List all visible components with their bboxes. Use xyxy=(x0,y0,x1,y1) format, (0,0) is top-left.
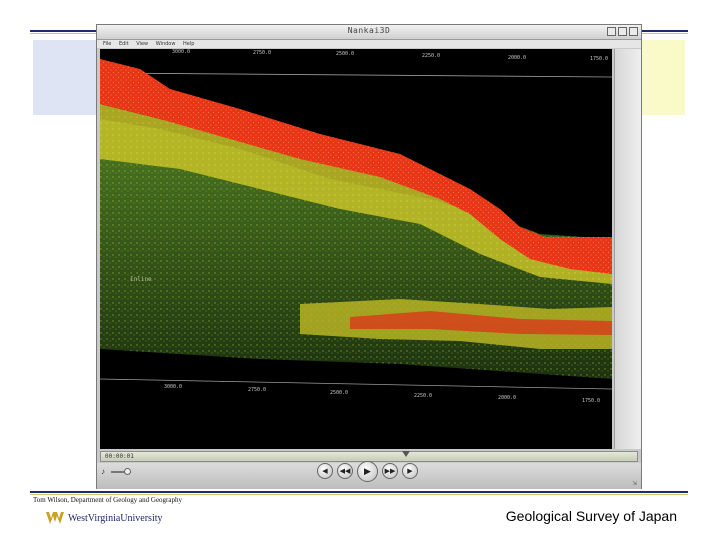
rewind-icon: ◀◀ xyxy=(339,468,351,475)
slide-band-right xyxy=(641,40,685,115)
wvu-logo: WestVirginiaUniversity xyxy=(46,509,163,527)
step-back-icon: ◀ xyxy=(322,468,328,475)
top-tick-label: 2000.0 xyxy=(508,55,527,61)
slide-rule-bottom-gold xyxy=(30,494,688,495)
speaker-icon[interactable]: ♪ xyxy=(101,467,105,476)
menu-bar: File Edit View Window Help xyxy=(97,40,641,48)
rewind-button[interactable]: ◀◀ xyxy=(337,463,353,479)
timecode: 00:00:01 xyxy=(105,453,134,460)
top-tick-label: 2250.0 xyxy=(422,53,441,59)
source-attribution: Geological Survey of Japan xyxy=(505,508,677,524)
vertical-scrollbar[interactable] xyxy=(614,49,641,449)
bottom-tick-label: 2750.0 xyxy=(248,387,267,393)
menu-window[interactable]: Window xyxy=(156,40,176,48)
top-tick-label: 1750.0 xyxy=(590,56,609,62)
slide-band-left xyxy=(33,40,97,115)
bottom-tick-label: 2250.0 xyxy=(414,393,433,399)
bottom-tick-label: 1750.0 xyxy=(582,398,601,404)
window-title: Nankai3D xyxy=(347,26,391,35)
menu-edit[interactable]: Edit xyxy=(119,40,129,48)
step-forward-button[interactable]: ▶ xyxy=(402,463,418,479)
fast-forward-icon: ▶▶ xyxy=(384,468,396,475)
seismic-viewport[interactable]: Inline 3000.0 2750.0 2500.0 2250.0 2000.… xyxy=(100,49,612,449)
playhead-marker[interactable] xyxy=(402,451,410,457)
flying-wv-icon xyxy=(46,512,64,524)
playback-controls: ♪ ◀ ◀◀ ▶ ▶▶ ▶ ⇲ xyxy=(97,461,641,489)
resize-grip-icon[interactable]: ⇲ xyxy=(632,480,639,487)
menu-view[interactable]: View xyxy=(136,40,148,48)
maximize-button[interactable] xyxy=(618,27,627,36)
top-tick-label: 2750.0 xyxy=(253,50,272,56)
menu-help[interactable]: Help xyxy=(183,40,194,48)
fast-forward-button[interactable]: ▶▶ xyxy=(382,463,398,479)
top-tick-label: 3000.0 xyxy=(172,49,191,55)
volume-knob[interactable] xyxy=(124,468,131,475)
menu-file[interactable]: File xyxy=(103,40,111,48)
player-window: Nankai3D File Edit View Window Help Inli… xyxy=(96,24,642,489)
play-icon: ▶ xyxy=(364,466,371,476)
step-forward-icon: ▶ xyxy=(407,468,413,475)
slide-rule-bottom xyxy=(30,491,688,493)
top-tick-label: 2500.0 xyxy=(336,51,355,57)
step-back-button[interactable]: ◀ xyxy=(317,463,333,479)
minimize-button[interactable] xyxy=(607,27,616,36)
inline-label: Inline xyxy=(130,276,152,283)
university-name: WestVirginiaUniversity xyxy=(68,512,163,524)
bottom-tick-label: 2500.0 xyxy=(330,390,349,396)
title-bar[interactable]: Nankai3D xyxy=(97,25,641,40)
play-button[interactable]: ▶ xyxy=(357,461,378,482)
bottom-tick-label: 3000.0 xyxy=(164,384,183,390)
bottom-tick-label: 2000.0 xyxy=(498,395,517,401)
close-button[interactable] xyxy=(629,27,638,36)
author-credit: Tom Wilson, Department of Geology and Ge… xyxy=(33,496,182,504)
